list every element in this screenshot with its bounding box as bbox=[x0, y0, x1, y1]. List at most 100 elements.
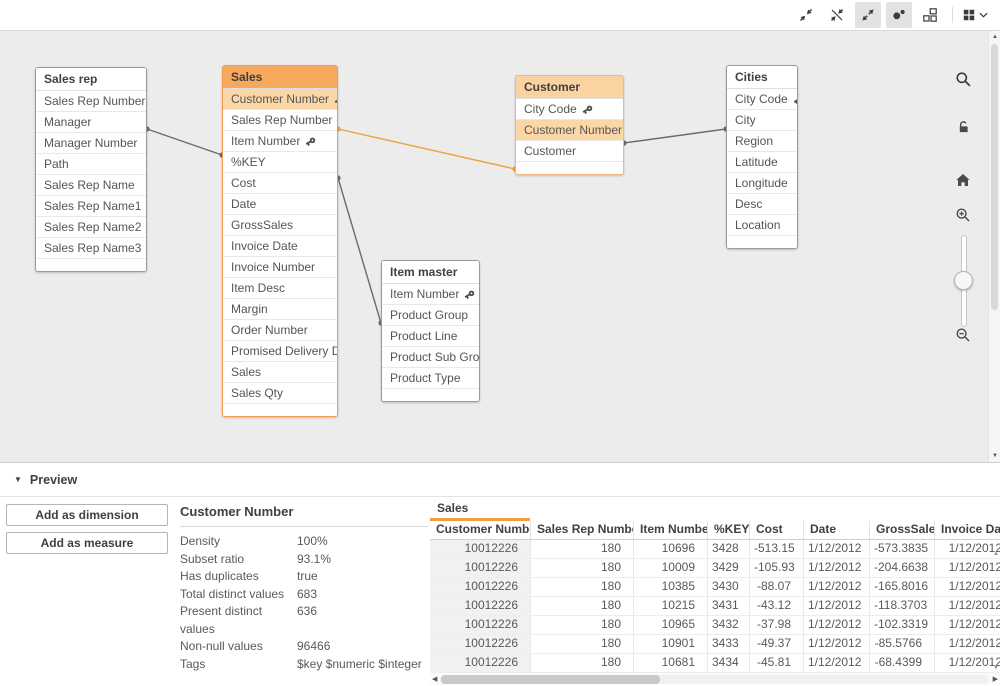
view-menu-icon[interactable] bbox=[962, 2, 988, 28]
add-as-measure-button[interactable]: Add as measure bbox=[6, 532, 168, 554]
field-label: Sales Rep Name2 bbox=[44, 217, 141, 237]
scroll-up-icon[interactable]: ▲ bbox=[989, 34, 1000, 40]
field-label: Product Type bbox=[390, 368, 461, 388]
field-customer-number[interactable]: Customer Number bbox=[516, 120, 623, 141]
table-title[interactable]: Sales rep bbox=[36, 68, 146, 91]
expand-all-icon[interactable] bbox=[855, 2, 881, 28]
model-table-customer[interactable]: CustomerCity CodeCustomer NumberCustomer bbox=[515, 75, 624, 175]
field-label: Promised Delivery Date bbox=[231, 341, 337, 361]
canvas-vertical-scrollbar[interactable]: ▲ ▼ bbox=[988, 31, 1000, 462]
table-title[interactable]: Item master bbox=[382, 261, 479, 284]
field-item-number[interactable]: Item Number bbox=[382, 284, 479, 305]
field-customer[interactable]: Customer bbox=[516, 141, 623, 162]
field-latitude[interactable]: Latitude bbox=[727, 152, 797, 173]
zoom-slider-thumb[interactable] bbox=[954, 271, 973, 290]
field-label: City bbox=[735, 110, 756, 130]
field-sales-rep-name2[interactable]: Sales Rep Name2 bbox=[36, 217, 146, 238]
add-as-dimension-button[interactable]: Add as dimension bbox=[6, 504, 168, 526]
preview-horizontal-scrollbar[interactable]: ◀ ▶ bbox=[430, 673, 1000, 685]
model-table-sales[interactable]: SalesCustomer NumberSales Rep NumberItem… bbox=[222, 65, 338, 417]
field-item-number[interactable]: Item Number bbox=[223, 131, 337, 152]
scroll-right-icon[interactable]: ▶ bbox=[993, 673, 998, 685]
field-sales-rep-number[interactable]: Sales Rep Number bbox=[223, 110, 337, 131]
field-manager-number[interactable]: Manager Number bbox=[36, 133, 146, 154]
model-table-cities[interactable]: CitiesCity CodeCityRegionLatitudeLongitu… bbox=[726, 65, 798, 249]
scroll-down-icon[interactable]: ▼ bbox=[989, 453, 1000, 459]
field-invoice-number[interactable]: Invoice Number bbox=[223, 257, 337, 278]
model-canvas[interactable]: Sales repSales Rep NumberManagerManager … bbox=[0, 30, 1000, 462]
table-scroll-up-icon[interactable]: ▲ bbox=[993, 551, 999, 557]
field-sales[interactable]: Sales bbox=[223, 362, 337, 383]
scroll-left-icon[interactable]: ◀ bbox=[432, 673, 437, 685]
field-product-group[interactable]: Product Group bbox=[382, 305, 479, 326]
field-invoice-date[interactable]: Invoice Date bbox=[223, 236, 337, 257]
field-manager[interactable]: Manager bbox=[36, 112, 146, 133]
table-row: 10012226180103853430-88.071/12/2012-165.… bbox=[430, 578, 1000, 597]
field-sales-rep-name3[interactable]: Sales Rep Name3 bbox=[36, 238, 146, 259]
field-longitude[interactable]: Longitude bbox=[727, 173, 797, 194]
field-desc[interactable]: Desc bbox=[727, 194, 797, 215]
table-cell: -105.93 bbox=[750, 559, 804, 577]
preview-table-body: 10012226180106963428-513.151/12/2012-573… bbox=[430, 540, 1000, 673]
table-title[interactable]: Sales bbox=[223, 66, 337, 89]
field-date[interactable]: Date bbox=[223, 194, 337, 215]
info-label: Tags bbox=[180, 656, 297, 674]
field-product-type[interactable]: Product Type bbox=[382, 368, 479, 389]
field-customer-number[interactable]: Customer Number bbox=[223, 89, 337, 110]
field-product-sub-group[interactable]: Product Sub Group bbox=[382, 347, 479, 368]
field-sales-qty[interactable]: Sales Qty bbox=[223, 383, 337, 404]
field-margin[interactable]: Margin bbox=[223, 299, 337, 320]
zoom-out-icon[interactable] bbox=[953, 327, 973, 343]
field-path[interactable]: Path bbox=[36, 154, 146, 175]
field-location[interactable]: Location bbox=[727, 215, 797, 236]
field-label: Invoice Date bbox=[231, 236, 298, 256]
break-connections-icon[interactable] bbox=[824, 2, 850, 28]
info-value: 683 bbox=[297, 586, 317, 604]
field-city-code[interactable]: City Code bbox=[516, 99, 623, 120]
scrollbar-thumb[interactable] bbox=[441, 675, 660, 684]
model-table-item-master[interactable]: Item masterItem NumberProduct GroupProdu… bbox=[381, 260, 480, 402]
table-title[interactable]: Customer bbox=[516, 76, 623, 99]
toolbar-icon-group bbox=[793, 2, 988, 28]
auto-layout-icon[interactable] bbox=[917, 2, 943, 28]
field-label: Desc bbox=[735, 194, 762, 214]
model-table-sales-rep[interactable]: Sales repSales Rep NumberManagerManager … bbox=[35, 67, 147, 272]
canvas-scrollbar-thumb[interactable] bbox=[991, 44, 998, 310]
unlock-icon[interactable] bbox=[953, 119, 973, 134]
zoom-in-icon[interactable] bbox=[953, 207, 973, 223]
field-label: Invoice Number bbox=[231, 257, 315, 277]
field-sales-rep-name[interactable]: Sales Rep Name bbox=[36, 175, 146, 196]
field-label: Sales Rep Name3 bbox=[44, 238, 141, 258]
field-grosssales[interactable]: GrossSales bbox=[223, 215, 337, 236]
table-cell: -43.12 bbox=[750, 597, 804, 615]
table-cell: 10012226 bbox=[430, 597, 531, 615]
table-cell: 1/12/2012 bbox=[804, 654, 870, 672]
table-row: 10012226180106963428-513.151/12/2012-573… bbox=[430, 540, 1000, 559]
table-cell: 1/12/2012 bbox=[804, 597, 870, 615]
field-city[interactable]: City bbox=[727, 110, 797, 131]
field-cost[interactable]: Cost bbox=[223, 173, 337, 194]
home-icon[interactable] bbox=[953, 172, 973, 188]
info-row-present-distinct-values: Present distinct values636 bbox=[180, 603, 428, 638]
field-label: Sales Rep Name1 bbox=[44, 196, 141, 216]
table-cell: 180 bbox=[531, 578, 634, 596]
collapse-all-icon[interactable] bbox=[793, 2, 819, 28]
field-product-line[interactable]: Product Line bbox=[382, 326, 479, 347]
table-row: 10012226180106813434-45.811/12/2012-68.4… bbox=[430, 654, 1000, 673]
search-icon[interactable] bbox=[953, 71, 973, 88]
field-key[interactable]: %KEY bbox=[223, 152, 337, 173]
preview-header[interactable]: ▼ Preview bbox=[0, 463, 1000, 497]
field-region[interactable]: Region bbox=[727, 131, 797, 152]
field-promised-delivery-date[interactable]: Promised Delivery Date bbox=[223, 341, 337, 362]
key-icon bbox=[462, 286, 477, 301]
show-linked-fields-icon[interactable] bbox=[886, 2, 912, 28]
field-city-code[interactable]: City Code bbox=[727, 89, 797, 110]
field-order-number[interactable]: Order Number bbox=[223, 320, 337, 341]
field-sales-rep-number[interactable]: Sales Rep Number bbox=[36, 91, 146, 112]
info-label: Total distinct values bbox=[180, 586, 297, 604]
table-scroll-down-icon[interactable]: ▼ bbox=[993, 665, 999, 671]
table-title[interactable]: Cities bbox=[727, 66, 797, 89]
table-cell: 180 bbox=[531, 540, 634, 558]
field-sales-rep-name1[interactable]: Sales Rep Name1 bbox=[36, 196, 146, 217]
field-item-desc[interactable]: Item Desc bbox=[223, 278, 337, 299]
